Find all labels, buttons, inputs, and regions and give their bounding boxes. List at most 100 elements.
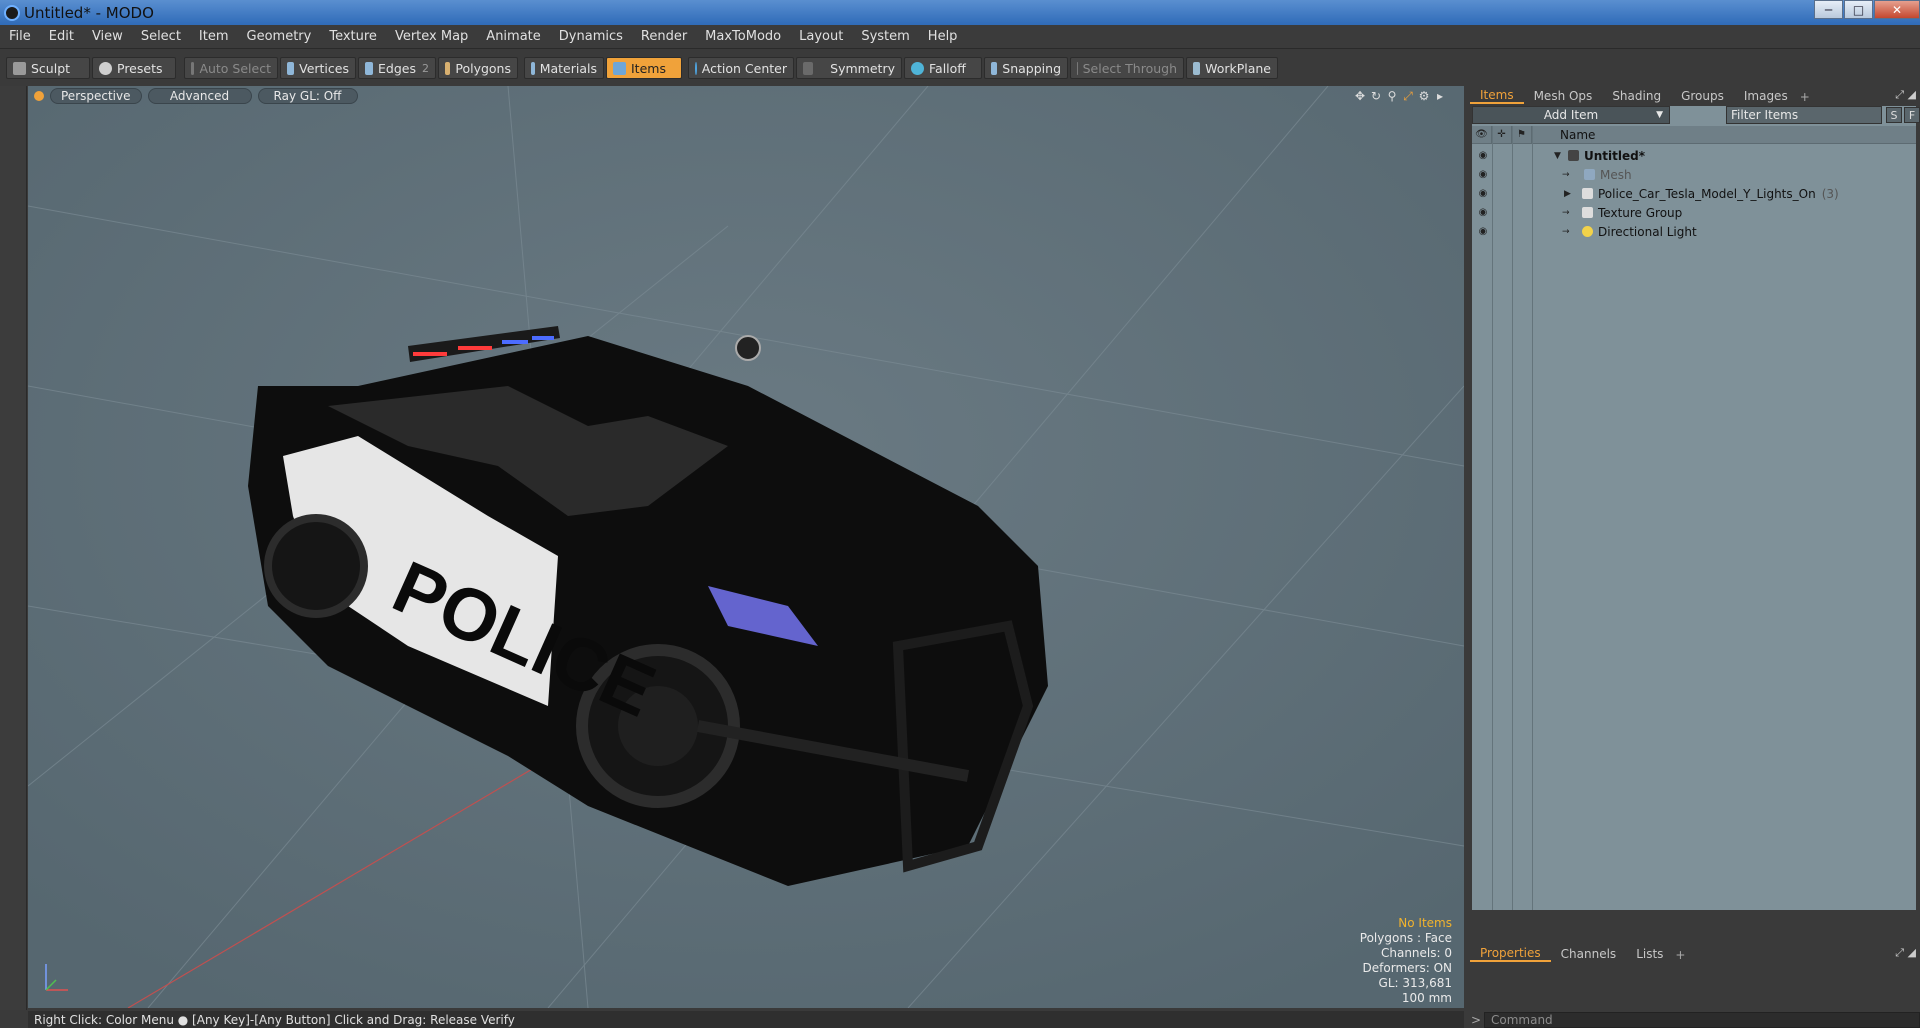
edges-button[interactable]: Edges 2 [358, 57, 436, 79]
tab-mesh-ops[interactable]: Mesh Ops [1524, 88, 1603, 104]
modo-logo-icon [4, 4, 20, 21]
action-center-button[interactable]: Action Center [688, 57, 794, 79]
fit-icon[interactable]: ⤢ [1400, 89, 1416, 103]
close-button[interactable]: ✕ [1874, 0, 1920, 19]
item-row-texture-group[interactable]: ◉ → Texture Group [1472, 203, 1916, 222]
vertices-button[interactable]: Vertices [280, 57, 356, 79]
main-toolbar: Sculpt Presets Auto Select Vertices Edge… [0, 53, 1920, 83]
menu-maxtomodo[interactable]: MaxToModo [696, 29, 790, 44]
eye-icon[interactable]: ◉ [1476, 150, 1490, 161]
tab-shading[interactable]: Shading [1602, 88, 1671, 104]
select-through-button[interactable]: Select Through [1070, 57, 1184, 79]
symmetry-button[interactable]: Symmetry [796, 57, 902, 79]
expand-arrow-icon[interactable]: ▶ [1564, 189, 1571, 199]
filter-s-button[interactable]: S [1886, 107, 1902, 123]
edges-icon [365, 61, 374, 75]
menu-view[interactable]: View [83, 29, 132, 44]
command-input[interactable]: Command [1484, 1012, 1920, 1028]
menu-vertex-map[interactable]: Vertex Map [386, 29, 477, 44]
name-column-header[interactable]: Name [1532, 128, 1595, 142]
snapping-button[interactable]: Snapping [984, 57, 1068, 79]
perspective-dropdown[interactable]: Perspective [50, 88, 142, 104]
item-label-mesh: Mesh [1600, 167, 1632, 182]
sculpt-button[interactable]: Sculpt [6, 57, 90, 79]
materials-label: Materials [539, 60, 597, 76]
filter-items-input[interactable]: Filter Items [1726, 106, 1882, 124]
presets-button[interactable]: Presets [92, 57, 176, 79]
menu-render[interactable]: Render [632, 29, 696, 44]
right-panel: Items Mesh Ops Shading Groups Images + ⤢… [1468, 86, 1920, 1028]
add-tab-icon[interactable]: + [1800, 90, 1810, 104]
collapse-arrow-icon[interactable]: ▼ [1554, 151, 1561, 161]
tab-lists[interactable]: Lists [1626, 946, 1673, 962]
snapping-icon [991, 61, 998, 75]
tab-properties[interactable]: Properties [1470, 946, 1551, 962]
prompt-icon: > [1470, 1013, 1482, 1027]
menu-item[interactable]: Item [190, 29, 238, 44]
command-bar: > Command [1468, 1012, 1920, 1028]
action-center-icon [695, 61, 697, 75]
item-row-mesh[interactable]: ◉ → Mesh [1472, 165, 1916, 184]
auto-select-button[interactable]: Auto Select [184, 57, 278, 79]
filter-f-button[interactable]: F [1904, 107, 1920, 123]
menu-help[interactable]: Help [919, 29, 967, 44]
items-mode-button[interactable]: Items [606, 57, 682, 79]
item-row-scene[interactable]: ◉ ▼ Untitled* [1472, 146, 1916, 165]
menu-edit[interactable]: Edit [40, 29, 83, 44]
falloff-button[interactable]: Falloff [904, 57, 982, 79]
zoom-icon[interactable]: ⚲ [1384, 89, 1400, 103]
menu-texture[interactable]: Texture [320, 29, 386, 44]
snapping-label: Snapping [1002, 60, 1061, 76]
pan-icon[interactable]: ✥ [1352, 89, 1368, 103]
title-bar: Untitled* - MODO ─ □ ✕ [0, 0, 1920, 25]
eye-icon[interactable]: ◉ [1476, 207, 1490, 218]
workplane-button[interactable]: WorkPlane [1186, 57, 1278, 79]
menu-file[interactable]: File [0, 29, 40, 44]
vertices-label: Vertices [299, 60, 349, 76]
lock-column-icon[interactable]: ✛ [1492, 126, 1512, 143]
tab-items[interactable]: Items [1470, 88, 1524, 104]
3d-viewport[interactable]: POLICE Perspective Advanced Ray GL: Off … [28, 86, 1464, 1008]
eye-icon[interactable]: ◉ [1476, 188, 1490, 199]
hud-deformers: Deformers: ON [1362, 961, 1452, 975]
vertices-icon [287, 61, 295, 75]
minimize-button[interactable]: ─ [1814, 0, 1843, 19]
raygl-dropdown[interactable]: Ray GL: Off [257, 88, 358, 104]
item-label-texture-group: Texture Group [1598, 205, 1683, 220]
expand-arrow-icon[interactable]: ▸ [1432, 89, 1448, 103]
menu-animate[interactable]: Animate [477, 29, 549, 44]
item-row-police-car[interactable]: ◉ ▶ Police_Car_Tesla_Model_Y_Lights_On (3… [1472, 184, 1916, 203]
add-item-button[interactable]: Add Item ▼ [1472, 106, 1670, 124]
menu-system[interactable]: System [852, 29, 918, 44]
polygons-button[interactable]: Polygons [438, 57, 518, 79]
eye-icon[interactable]: ◉ [1476, 226, 1490, 237]
menu-select[interactable]: Select [132, 29, 190, 44]
polygons-label: Polygons [455, 60, 511, 76]
edges-count: 2 [422, 61, 429, 75]
maximize-button[interactable]: □ [1844, 0, 1873, 19]
eye-icon[interactable]: ◉ [1476, 169, 1490, 180]
symmetry-icon [803, 61, 814, 75]
tab-channels[interactable]: Channels [1551, 946, 1627, 962]
item-label-directional-light: Directional Light [1598, 224, 1697, 239]
menu-geometry[interactable]: Geometry [238, 29, 321, 44]
tab-groups[interactable]: Groups [1671, 88, 1734, 104]
panel-maximize-icon[interactable]: ⤢ ◢ [1895, 946, 1916, 960]
tab-images[interactable]: Images [1734, 88, 1798, 104]
menu-layout[interactable]: Layout [790, 29, 852, 44]
menu-dynamics[interactable]: Dynamics [550, 29, 632, 44]
materials-button[interactable]: Materials [524, 57, 604, 79]
rotate-icon[interactable]: ↻ [1368, 89, 1384, 103]
visibility-column-eye-icon[interactable]: 👁 [1472, 126, 1492, 143]
settings-gear-icon[interactable]: ⚙ [1416, 89, 1432, 103]
item-label-police-car: Police_Car_Tesla_Model_Y_Lights_On (3) [1598, 187, 1839, 201]
tree-branch-icon: → [1562, 226, 1570, 237]
item-list: Add Item ▼ Filter Items S F 👁 ✛ ⚑ Name ◉ … [1472, 106, 1920, 910]
add-tab-icon[interactable]: + [1675, 948, 1685, 962]
status-bar: Right Click: Color Menu ● [Any Key]-[Any… [28, 1011, 1464, 1028]
render-column-icon[interactable]: ⚑ [1512, 126, 1532, 143]
item-row-directional-light[interactable]: ◉ → Directional Light [1472, 222, 1916, 241]
panel-maximize-icon[interactable]: ⤢ ◢ [1895, 88, 1916, 102]
advanced-dropdown[interactable]: Advanced [147, 88, 252, 104]
viewport-options-icon[interactable] [34, 91, 44, 101]
